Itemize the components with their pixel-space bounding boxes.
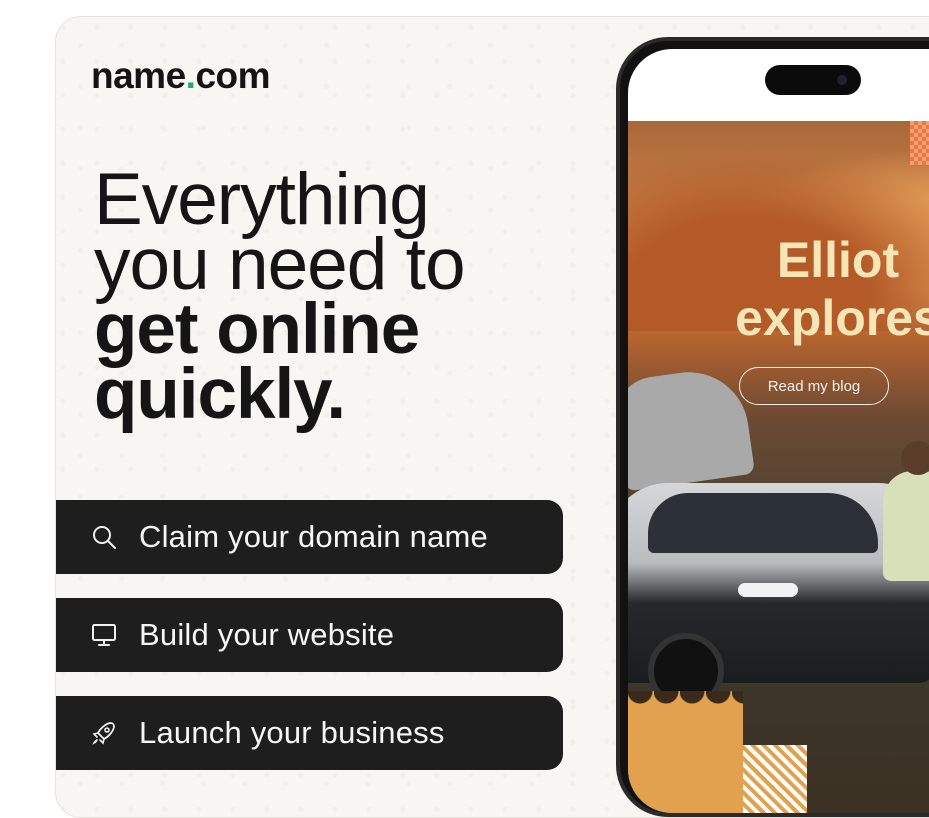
logo-dot: . — [185, 55, 196, 96]
launch-business-button[interactable]: Launch your business — [56, 696, 563, 770]
headline-line-3: get online — [94, 290, 420, 369]
headline-line-4: quickly. — [94, 355, 346, 434]
phone-mockup: Elliot explores Read my blog — [616, 37, 929, 817]
brand-logo[interactable]: name.com — [91, 55, 271, 97]
read-blog-button[interactable]: Read my blog — [739, 367, 889, 405]
checker-pattern-decoration — [910, 121, 929, 165]
rooftop-tent-image — [628, 364, 756, 492]
page-headline: Everything you need to get online quickl… — [94, 159, 466, 434]
claim-domain-label: Claim your domain name — [139, 519, 488, 554]
build-website-button[interactable]: Build your website — [56, 598, 563, 672]
monitor-icon — [89, 620, 119, 650]
build-website-label: Build your website — [139, 617, 395, 652]
phone-notch — [765, 65, 861, 95]
blog-hero-image: Elliot explores Read my blog — [628, 121, 929, 813]
search-icon — [89, 522, 119, 552]
person-image — [883, 441, 929, 581]
headline-line-2: you need to — [94, 224, 466, 305]
launch-business-label: Launch your business — [139, 715, 445, 750]
arch-pattern-decoration — [628, 691, 743, 813]
headline-line-1: Everything — [94, 159, 430, 240]
promo-card: name.com Everything you need to get onli… — [55, 16, 929, 818]
rocket-icon — [89, 718, 119, 748]
blog-title: Elliot explores — [735, 232, 929, 346]
maze-pattern-decoration — [743, 745, 807, 813]
claim-domain-button[interactable]: Claim your domain name — [56, 500, 563, 574]
phone-screen: Elliot explores Read my blog — [628, 49, 929, 813]
